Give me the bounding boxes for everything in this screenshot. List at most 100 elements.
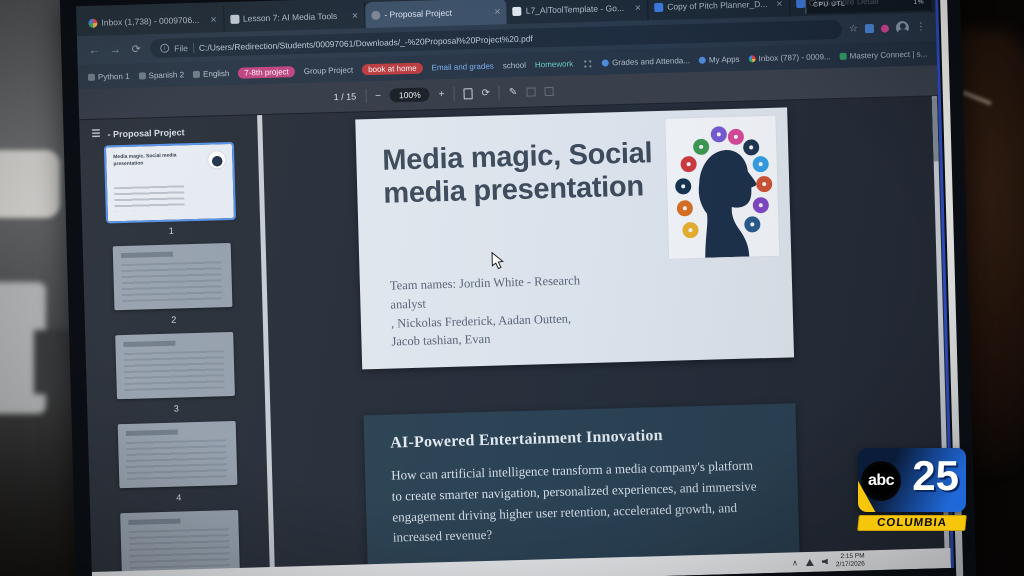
bookmark-cs7-introduction[interactable]: CS7: Introduction to...: [936, 46, 937, 57]
sheet-favicon: [796, 0, 805, 8]
draw-icon[interactable]: ✎: [509, 86, 518, 97]
thumbnail-page-5[interactable]: [120, 510, 240, 576]
thumbnail-text-lines: [121, 261, 222, 302]
news-footage-frame: Inbox (1,738) - 0009706... ✕ Lesson 7: A…: [0, 0, 1024, 576]
screen: Inbox (1,738) - 0009706... ✕ Lesson 7: A…: [76, 0, 954, 576]
pdf-page-2-slide: AI-Powered Entertainment Innovation How …: [364, 403, 801, 576]
toolbar-separator: [499, 85, 500, 99]
thumbnail-list: Media magic, Social media presentation 1…: [80, 143, 273, 576]
url-text: C:/Users/Redirection/Students/00097061/D…: [199, 33, 533, 52]
bookmark-english[interactable]: English: [193, 68, 229, 78]
thumbnail-text-lines: [129, 528, 230, 569]
channel-number: 25: [912, 451, 959, 501]
toolbar-separator: [365, 89, 366, 103]
thumbnail-item: 3: [115, 332, 235, 415]
tab-title: - Proposal Project: [384, 7, 488, 20]
thumbnail-page-2[interactable]: [113, 243, 233, 310]
speaker-icon[interactable]: [822, 558, 828, 564]
monitor: Inbox (1,738) - 0009706... ✕ Lesson 7: A…: [60, 0, 977, 576]
tab-close-icon[interactable]: ✕: [492, 7, 501, 16]
url-divider: [193, 42, 194, 52]
pdf-content-area: ☰ - Proposal Project Media magic, Social…: [79, 95, 951, 576]
bookmark-email-and-grades[interactable]: Email and grades: [431, 61, 493, 72]
tab-close-icon[interactable]: ✕: [632, 3, 641, 12]
extension-icon[interactable]: [865, 24, 874, 33]
bookmark-my-apps[interactable]: My Apps: [699, 54, 740, 64]
scrollbar-thumb[interactable]: [932, 97, 939, 161]
apps-grid-icon[interactable]: [582, 57, 593, 68]
taskbar-clock[interactable]: 2:15 PM 2/17/2026: [836, 552, 865, 569]
erase-icon[interactable]: [544, 86, 553, 95]
thumbnail-number: 4: [176, 492, 181, 502]
bookmark-star-icon[interactable]: ☆: [849, 23, 858, 34]
forward-icon[interactable]: →: [108, 43, 122, 55]
tab-title: Copy of Pitch Planner_D...: [667, 0, 770, 12]
back-icon[interactable]: ←: [87, 44, 101, 56]
zoom-level[interactable]: 100%: [390, 87, 430, 102]
thumbnail-page-1[interactable]: Media magic, Social media presentation: [106, 144, 234, 221]
browser-menu-icon[interactable]: ⋮: [916, 22, 926, 33]
columbia-banner: COLUMBIA: [857, 515, 967, 531]
pdf-page-view: Media magic, Social media presentation: [257, 95, 951, 576]
document-title: - Proposal Project: [107, 127, 184, 139]
page-counter: 1 / 15: [333, 91, 356, 102]
profile-avatar[interactable]: [896, 21, 909, 34]
thumbnail-number: 1: [169, 226, 174, 236]
bookmark-python1[interactable]: Python 1: [88, 71, 130, 81]
thumbnail-text-lines: [126, 439, 227, 480]
bookmark-78th-project[interactable]: 7-8th project: [238, 66, 295, 79]
tab-title: Lesson 7: AI Media Tools: [243, 11, 346, 24]
bookmark-grades-attendance[interactable]: Grades and Attenda...: [602, 56, 690, 67]
page-info-icon[interactable]: i: [160, 44, 169, 53]
bookmark-inbox[interactable]: Inbox (787) - 0009...: [748, 52, 830, 63]
bookmark-school[interactable]: school: [503, 60, 526, 70]
tab-close-icon[interactable]: ✕: [774, 0, 783, 8]
fit-to-page-icon[interactable]: [463, 88, 472, 99]
tab-ai-tool-template[interactable]: L7_AIToolTemplate - Go... ✕: [506, 0, 648, 24]
thumbnail-heading-bar: [123, 341, 175, 347]
thumbnail-item: 4: [118, 421, 238, 504]
tab-title: L7_AIToolTemplate - Go...: [526, 3, 629, 16]
social-media-head-illustration: [665, 116, 779, 259]
bookmark-book-at-home[interactable]: book at home: [362, 62, 423, 75]
reload-icon[interactable]: ⟳: [129, 42, 143, 55]
thumbnail-text-lines: [114, 185, 185, 211]
background-object: [0, 150, 60, 218]
rotate-icon[interactable]: ⟳: [481, 87, 490, 98]
thumbnail-head-graphic: [208, 151, 225, 168]
thumbnail-text-lines: [124, 350, 225, 391]
tab-proposal-project-active[interactable]: - Proposal Project ✕: [365, 0, 507, 28]
zoom-in-icon[interactable]: +: [439, 88, 445, 99]
bookmark-mastery-connect[interactable]: Mastery Connect | s...: [839, 49, 927, 60]
clock-date: 2/17/2026: [836, 560, 865, 569]
highlight-icon[interactable]: [526, 87, 535, 96]
bookmark-favicon: [749, 55, 756, 62]
thumbnail-heading-bar: [128, 519, 180, 525]
bookmark-favicon: [602, 59, 609, 66]
mouse-cursor: [491, 251, 504, 269]
slide-title: Media magic, Social media presentation: [382, 136, 702, 212]
bookmark-favicon: [138, 72, 145, 79]
wifi-icon[interactable]: [806, 558, 814, 565]
docs-favicon: [513, 6, 522, 15]
cpu-util-label: CPU UTL: [813, 0, 845, 11]
tab-inbox[interactable]: Inbox (1,738) - 0009706... ✕: [82, 6, 224, 36]
tray-caret-icon[interactable]: ∧: [792, 558, 798, 567]
bookmark-group-project[interactable]: Group Project: [304, 65, 354, 75]
cpu-util-value: 1%: [913, 0, 924, 8]
extension-dot-icon[interactable]: [881, 24, 889, 32]
bookmark-homework[interactable]: Homework: [535, 59, 573, 69]
thumbnail-item: 2: [113, 243, 233, 326]
tab-close-icon[interactable]: ✕: [350, 11, 359, 20]
thumbnail-page-3[interactable]: [115, 332, 235, 399]
thumbnail-heading-bar: [121, 252, 173, 258]
tab-close-icon[interactable]: ✕: [208, 15, 217, 24]
sheet-favicon: [654, 2, 663, 11]
tab-title: Inbox (1,738) - 0009706...: [101, 15, 204, 28]
zoom-out-icon[interactable]: −: [375, 90, 381, 101]
tab-lesson7[interactable]: Lesson 7: AI Media Tools ✕: [224, 2, 366, 32]
bookmark-spanish2[interactable]: Spanish 2: [138, 70, 184, 80]
thumbnail-page-4[interactable]: [118, 421, 238, 488]
menu-icon[interactable]: ☰: [91, 129, 100, 140]
doc-favicon: [230, 14, 239, 23]
